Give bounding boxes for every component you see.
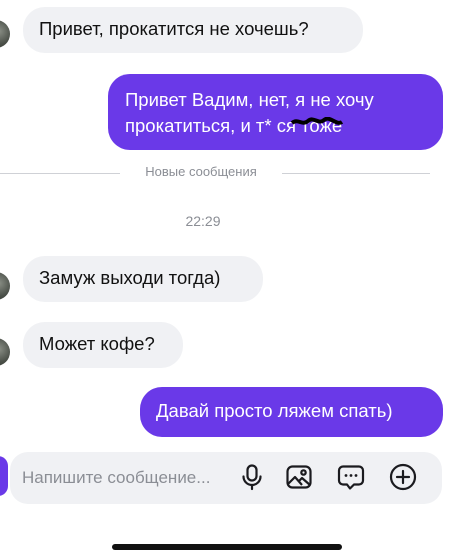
message-line: прокатиться, и т* ся тоже	[125, 115, 343, 136]
home-indicator	[112, 544, 342, 550]
message-text: Замуж выходи тогда)	[39, 267, 221, 288]
image-icon[interactable]	[284, 462, 314, 492]
message-bubble-outgoing[interactable]: Давай просто ляжем спать)	[140, 387, 443, 437]
message-line: Привет Вадим, нет, я не хочу	[125, 89, 374, 110]
message-bubble-incoming[interactable]: Привет, прокатится не хочешь?	[23, 7, 363, 53]
chat-bubble-icon[interactable]	[336, 462, 366, 492]
message-text: Может кофе?	[39, 333, 155, 354]
message-timestamp: 22:29	[185, 213, 221, 229]
message-text: Давай просто ляжем спать)	[156, 400, 393, 421]
new-messages-divider: Новые сообщения	[145, 164, 257, 179]
message-bubble-incoming[interactable]: Может кофе?	[23, 322, 183, 368]
message-text: Привет, прокатится не хочешь?	[39, 18, 309, 39]
divider-line	[0, 173, 120, 174]
avatar[interactable]	[0, 338, 10, 366]
divider-line	[282, 173, 430, 174]
message-input[interactable]	[22, 466, 227, 490]
avatar[interactable]	[0, 272, 10, 300]
message-bubble-incoming[interactable]: Замуж выходи тогда)	[23, 256, 263, 302]
plus-circle-icon[interactable]	[388, 462, 418, 492]
microphone-icon[interactable]	[237, 462, 267, 492]
scribble-redaction	[290, 117, 344, 125]
attach-button[interactable]	[0, 456, 8, 496]
message-composer	[10, 452, 442, 504]
avatar[interactable]	[0, 20, 10, 48]
message-bubble-outgoing[interactable]: Привет Вадим, нет, я не хочу прокатиться…	[108, 74, 443, 150]
